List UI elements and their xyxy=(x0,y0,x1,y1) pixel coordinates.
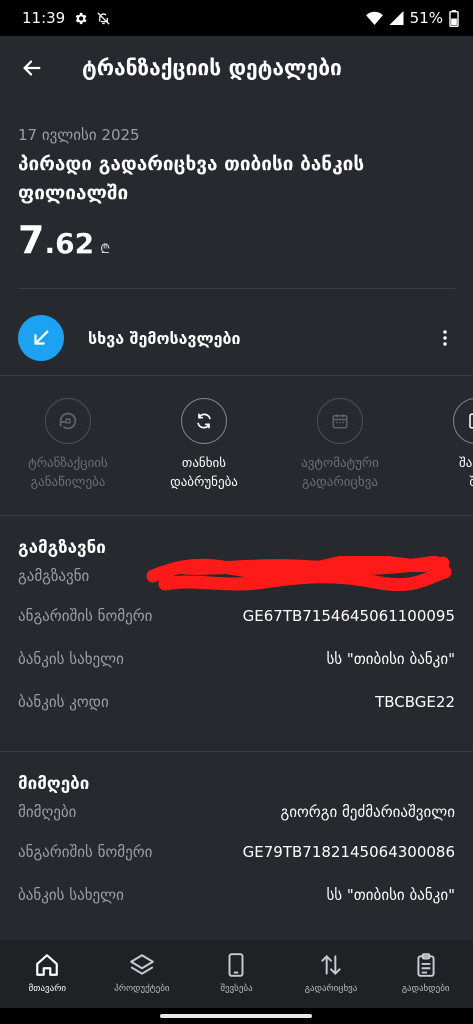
home-icon xyxy=(36,954,59,976)
transaction-amount: 7 .62 ₾ xyxy=(18,218,455,262)
action-label: ავტომატური გადარიცხვა xyxy=(301,456,379,490)
divider xyxy=(0,375,473,376)
back-button[interactable] xyxy=(0,36,64,100)
wifi-icon xyxy=(365,11,383,25)
receiver-account-row: ანგარიშის ნომერი GE79TB7182145064300086 xyxy=(18,830,455,873)
nav-transfer[interactable]: გადარიცხვა xyxy=(284,940,379,1008)
battery-icon xyxy=(449,9,459,27)
nav-payments[interactable]: გადახდები xyxy=(378,940,473,1008)
category-icon xyxy=(18,315,64,361)
refund-button[interactable]: თანხის დაბრუნება xyxy=(136,390,272,514)
action-icon-ring xyxy=(453,398,473,444)
arrow-left-icon xyxy=(23,60,41,76)
nav-label: გადარიცხვა xyxy=(304,984,358,994)
phone-icon xyxy=(229,953,244,977)
row-label: ბანკის კოდი xyxy=(18,692,109,711)
sender-bank-row: ბანკის სახელი სს "თიბისი ბანკი" xyxy=(18,637,455,680)
divider xyxy=(18,288,455,289)
transaction-details: 17 ივლისი 2025 პირადი გადარიცხვა თიბისი … xyxy=(0,100,473,940)
row-value: სს "თიბისი ბანკი" xyxy=(326,649,455,668)
transaction-date: 17 ივლისი 2025 xyxy=(18,126,140,144)
nav-top-up[interactable]: შევსება xyxy=(189,940,284,1008)
action-buttons: ტრანზაქციის განაწილება თანხის დაბრუნება … xyxy=(0,390,473,514)
row-label: ანგარიშის ნომერი xyxy=(18,842,153,861)
save-template-button[interactable]: შაბლ შე xyxy=(408,390,473,514)
category-row[interactable]: სხვა შემოსავლები xyxy=(0,300,473,376)
receiver-section: მიმღები მიმღები გიორგი მეძმარიაშვილი ანგ… xyxy=(0,774,473,916)
sender-section: გამგზავნი გამგზავნი ანგარიშის ნომერი GE6… xyxy=(0,538,473,723)
row-label: გამგზავნი xyxy=(18,567,90,585)
more-options-button[interactable] xyxy=(435,330,455,346)
status-time: 11:39 xyxy=(22,9,66,27)
sender-bank-code-row: ბანკის კოდი TBCBGE22 xyxy=(18,680,455,723)
transaction-summary: 17 ივლისი 2025 პირადი გადარიცხვა თიბისი … xyxy=(0,100,473,262)
receiver-heading: მიმღები xyxy=(18,774,90,794)
row-label: ანგარიშის ნომერი xyxy=(18,606,153,625)
action-icon-ring xyxy=(45,398,91,444)
action-label: ტრანზაქციის განაწილება xyxy=(28,456,108,490)
amount-integer: 7 xyxy=(18,218,45,262)
row-value: გიორგი მეძმარიაშვილი xyxy=(280,803,455,821)
gesture-bar xyxy=(0,1008,473,1024)
transfer-icon xyxy=(321,954,341,976)
calendar-icon xyxy=(332,414,348,429)
gear-icon xyxy=(75,12,87,24)
redaction-scribble xyxy=(146,556,452,592)
template-icon xyxy=(469,413,473,429)
bottom-navigation: მთავარი პროდუქტები შევსება გადარიცხვა გა… xyxy=(0,940,473,1008)
more-vertical-icon xyxy=(443,330,447,346)
split-icon xyxy=(59,412,77,430)
nav-label: გადახდები xyxy=(401,984,450,994)
app-bar: ტრანზაქციის დეტალები xyxy=(0,36,473,100)
nav-label: შევსება xyxy=(220,984,253,994)
auto-transfer-button[interactable]: ავტომატური გადარიცხვა xyxy=(272,390,408,514)
sender-account-row: ანგარიშის ნომერი GE67TB7154645061100095 xyxy=(18,594,455,637)
nav-home[interactable]: მთავარი xyxy=(0,940,95,1008)
sender-name-row: გამგზავნი xyxy=(18,556,455,594)
row-label: მიმღები xyxy=(18,803,77,821)
action-icon-ring xyxy=(181,398,227,444)
page-title: ტრანზაქციის დეტალები xyxy=(82,56,342,80)
transaction-title: პირადი გადარიცხვა თიბისი ბანკის ფილიალში xyxy=(18,153,365,204)
action-icon-ring xyxy=(317,398,363,444)
row-label: ბანკის სახელი xyxy=(18,885,124,904)
signal-icon xyxy=(389,11,404,25)
arrow-down-left-icon xyxy=(34,330,49,345)
refresh-icon xyxy=(197,413,211,429)
sender-heading: გამგზავნი xyxy=(18,538,106,558)
layers-icon xyxy=(130,954,154,975)
row-value: GE79TB7182145064300086 xyxy=(242,842,455,861)
status-bar: 11:39 51% xyxy=(0,0,473,36)
action-label: თანხის დაბრუნება xyxy=(170,456,238,490)
clipboard-icon xyxy=(417,953,435,977)
row-value: სს "თიბისი ბანკი" xyxy=(326,885,455,904)
divider xyxy=(0,515,473,516)
divider xyxy=(0,751,473,752)
receiver-name-row: მიმღები გიორგი მეძმარიაშვილი xyxy=(18,794,455,830)
home-indicator[interactable] xyxy=(160,1014,312,1018)
nav-products[interactable]: პროდუქტები xyxy=(95,940,190,1008)
battery-percent: 51% xyxy=(409,9,443,27)
row-label: ბანკის სახელი xyxy=(18,649,124,668)
action-label: შაბლ შე xyxy=(459,456,473,490)
row-value: TBCBGE22 xyxy=(375,692,455,711)
receiver-bank-row: ბანკის სახელი სს "თიბისი ბანკი" xyxy=(18,873,455,916)
nav-label: მთავარი xyxy=(28,984,67,994)
notifications-off-icon xyxy=(97,11,110,25)
nav-label: პროდუქტები xyxy=(114,984,170,994)
category-label: სხვა შემოსავლები xyxy=(88,328,241,348)
split-transaction-button[interactable]: ტრანზაქციის განაწილება xyxy=(0,390,136,514)
row-value: GE67TB7154645061100095 xyxy=(242,606,455,625)
currency-symbol: ₾ xyxy=(100,242,111,257)
amount-decimal: .62 xyxy=(44,227,95,260)
